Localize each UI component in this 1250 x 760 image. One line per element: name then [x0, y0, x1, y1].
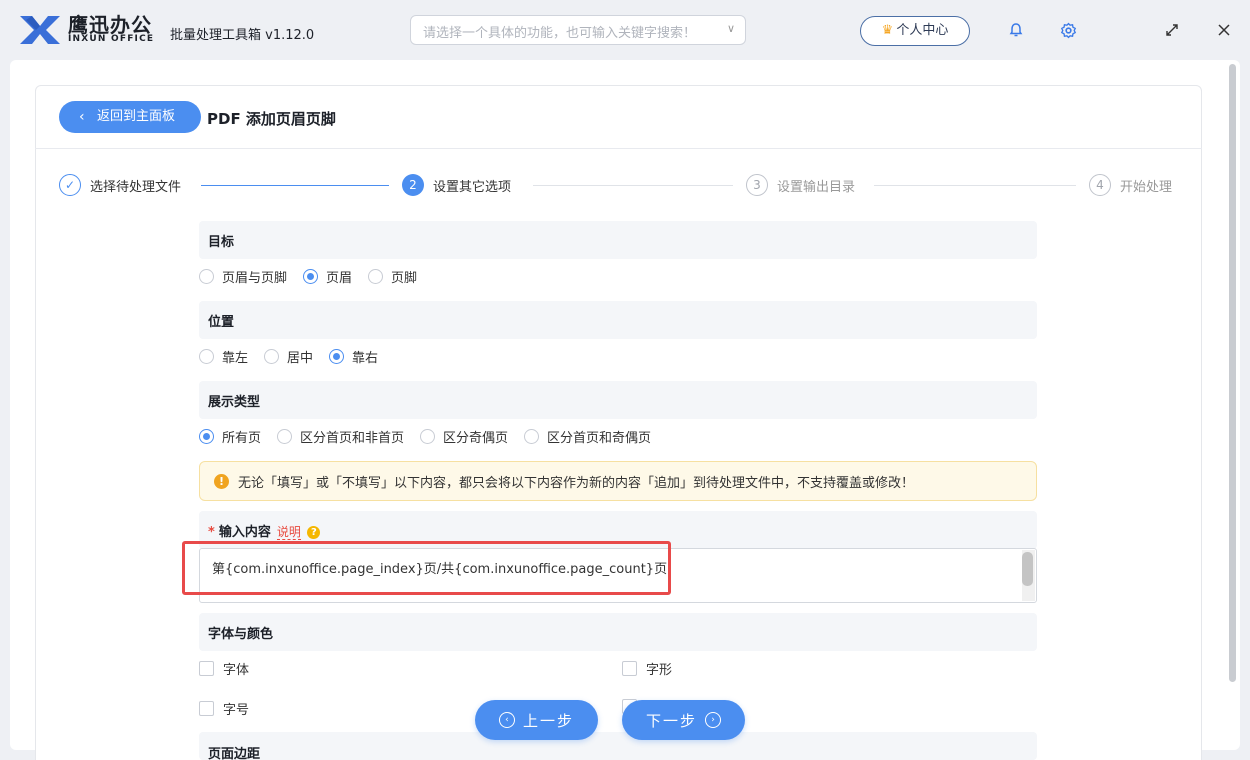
step-label: 设置输出目录: [777, 179, 856, 195]
section-title: 位置: [208, 315, 235, 330]
step-select-files: ✓ 选择待处理文件: [59, 174, 181, 196]
textarea-scrollbar[interactable]: [1022, 550, 1035, 601]
section-title: 展示类型: [208, 395, 261, 410]
app-title: 批量处理工具箱 v1.12.0: [170, 28, 315, 43]
radio-center[interactable]: 居中: [264, 347, 313, 366]
brand-name-en: INXUN OFFICE: [68, 34, 155, 44]
section-font-color: 字体与颜色: [199, 613, 1037, 651]
section-display-type: 展示类型: [199, 381, 1037, 419]
checkbox-font-style[interactable]: 字形: [622, 659, 672, 678]
radio-first-vs-other[interactable]: 区分首页和非首页: [277, 427, 404, 446]
display-radio-group: 所有页 区分首页和非首页 区分奇偶页 区分首页和奇偶页: [199, 427, 667, 446]
radio-odd-even[interactable]: 区分奇偶页: [420, 427, 508, 446]
section-title: 页面边距: [208, 747, 261, 760]
chevron-left-icon: ‹: [79, 109, 85, 125]
checkbox-label: 字号: [223, 703, 250, 718]
radio-label: 页眉与页脚: [222, 271, 288, 286]
radio-right[interactable]: 靠右: [329, 347, 378, 366]
checkbox-label: 字体: [223, 663, 250, 678]
help-link[interactable]: 说明: [276, 525, 301, 540]
target-radio-group: 页眉与页脚 页眉 页脚: [199, 267, 433, 286]
scrollbar-thumb[interactable]: [1022, 552, 1033, 586]
page-title: PDF 添加页眉页脚: [207, 110, 336, 128]
next-label: 下一步: [645, 711, 697, 730]
radio-label: 页脚: [391, 271, 418, 286]
radio-all-pages[interactable]: 所有页: [199, 427, 261, 446]
step-label: 设置其它选项: [433, 179, 512, 195]
user-center-button[interactable]: ♛ 个人中心: [860, 16, 970, 46]
step-number: 2: [402, 174, 424, 196]
checkbox-font-size[interactable]: 字号: [199, 699, 249, 718]
prev-step-button[interactable]: ‹ 上一步: [475, 700, 598, 740]
section-title: 输入内容: [218, 525, 271, 540]
divider: [35, 148, 1202, 149]
section-title: 目标: [208, 235, 235, 250]
chevron-right-icon: ›: [705, 712, 721, 728]
step-number: 3: [746, 174, 768, 196]
section-target: 目标: [199, 221, 1037, 259]
bell-icon[interactable]: [1006, 20, 1026, 40]
warning-alert: ! 无论「填写」或「不填写」以下内容，都只会将以下内容作为新的内容「追加」到待处…: [199, 461, 1037, 501]
checkbox-label: 字形: [646, 663, 673, 678]
search-input[interactable]: 请选择一个具体的功能，也可输入关键字搜索！ ∨: [410, 15, 746, 45]
checkbox-font[interactable]: 字体: [199, 659, 249, 678]
radio-label: 区分奇偶页: [443, 431, 509, 446]
scrollbar-thumb[interactable]: [1229, 64, 1236, 682]
highlight-box: [182, 541, 671, 595]
step-start: 4 开始处理: [1089, 174, 1172, 196]
section-page-margin: 页面边距: [199, 732, 1037, 760]
step-connector: [533, 185, 733, 186]
alert-text: 无论「填写」或「不填写」以下内容，都只会将以下内容作为新的内容「追加」到待处理文…: [238, 476, 915, 491]
radio-label: 区分首页和奇偶页: [547, 431, 652, 446]
radio-header[interactable]: 页眉: [303, 267, 352, 286]
radio-label: 所有页: [222, 431, 262, 446]
crown-icon: ♛: [881, 23, 894, 38]
step-label: 开始处理: [1120, 179, 1173, 195]
radio-first-and-odd-even[interactable]: 区分首页和奇偶页: [524, 427, 651, 446]
step-output-dir: 3 设置输出目录: [746, 174, 855, 196]
prev-label: 上一步: [522, 711, 574, 730]
gear-icon[interactable]: [1058, 20, 1078, 40]
check-icon: ✓: [59, 174, 81, 196]
radio-footer[interactable]: 页脚: [368, 267, 417, 286]
step-number: 4: [1089, 174, 1111, 196]
radio-label: 页眉: [326, 271, 353, 286]
section-position: 位置: [199, 301, 1037, 339]
warning-icon: !: [214, 474, 229, 489]
radio-label: 居中: [287, 351, 314, 366]
step-label: 选择待处理文件: [90, 179, 182, 195]
chevron-left-icon: ‹: [498, 712, 515, 728]
chevron-down-icon[interactable]: ∨: [727, 22, 735, 35]
back-to-home-button[interactable]: ‹ 返回到主面板: [59, 101, 201, 133]
radio-label: 区分首页和非首页: [300, 431, 405, 446]
back-button-label: 返回到主面板: [97, 109, 176, 124]
radio-header-and-footer[interactable]: 页眉与页脚: [199, 267, 287, 286]
title-bar: 鹰迅办公 INXUN OFFICE 批量处理工具箱 v1.12.0 请选择一个具…: [0, 0, 1250, 60]
page-scrollbar[interactable]: [1226, 62, 1238, 748]
position-radio-group: 靠左 居中 靠右: [199, 347, 394, 366]
step-connector: [201, 185, 389, 186]
search-placeholder: 请选择一个具体的功能，也可输入关键字搜索！: [423, 26, 697, 41]
user-center-label: 个人中心: [896, 23, 949, 38]
close-icon[interactable]: [1214, 20, 1234, 40]
logo-icon: [20, 16, 60, 44]
radio-label: 靠左: [222, 351, 249, 366]
radio-left[interactable]: 靠左: [199, 347, 248, 366]
radio-label: 靠右: [352, 351, 379, 366]
step-connector: [874, 185, 1076, 186]
step-other-options: 2 设置其它选项: [402, 174, 511, 196]
next-step-button[interactable]: 下一步 ›: [622, 700, 745, 740]
question-icon[interactable]: ?: [307, 526, 321, 539]
maximize-icon[interactable]: [1162, 20, 1182, 40]
section-title: 字体与颜色: [208, 627, 274, 642]
required-mark: *: [208, 525, 215, 540]
